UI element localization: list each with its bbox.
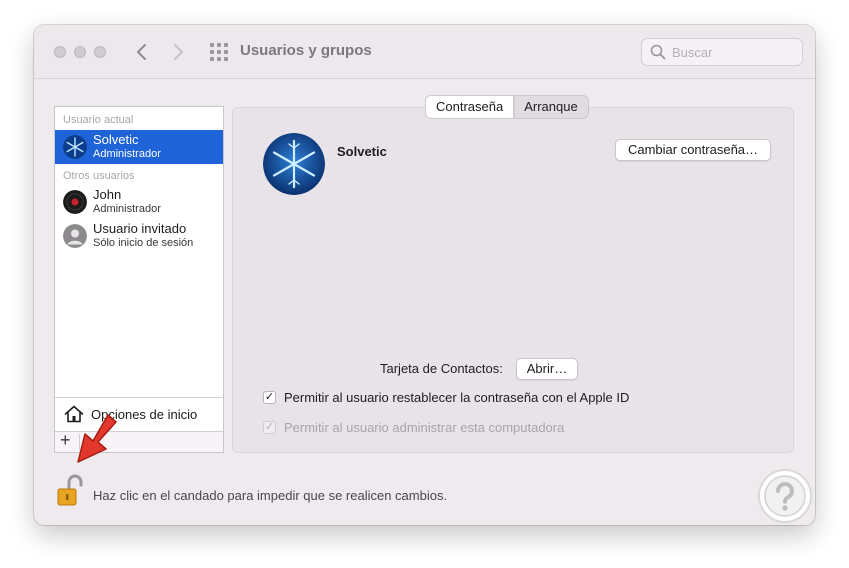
window-title: Usuarios y grupos [240, 42, 372, 59]
red-arrow-icon [77, 414, 117, 463]
chevron-right-icon [174, 44, 183, 60]
vinyl-record-avatar [63, 190, 87, 214]
user-role: Sólo inicio de sesión [93, 237, 194, 249]
reset-password-apple-id-checkbox[interactable]: ✓ Permitir al usuario restablecer la con… [263, 388, 629, 406]
title-bar: Usuarios y grupos [34, 25, 815, 79]
change-password-button[interactable]: Cambiar contraseña… [615, 139, 771, 161]
user-item-john[interactable]: John Administrador [55, 185, 223, 219]
user-item-guest[interactable]: Usuario invitado Sólo inicio de sesión [55, 219, 223, 253]
tab-contrasena[interactable]: Contraseña [426, 96, 515, 118]
search-input[interactable] [672, 43, 796, 61]
preferences-window: Usuarios y grupos Usuario actual [34, 25, 815, 525]
back-button[interactable] [130, 39, 154, 65]
unlocked-padlock-icon [57, 474, 83, 506]
checkmark-icon: ✓ [263, 390, 276, 404]
chevron-left-icon [137, 44, 146, 60]
snowflake-avatar [63, 135, 87, 159]
user-picture[interactable] [263, 133, 325, 195]
panel-tabs: Contraseña Arranque [425, 95, 589, 119]
zoom-window-button[interactable] [94, 46, 106, 58]
minimize-window-button[interactable] [74, 46, 86, 58]
search-field[interactable] [641, 38, 803, 66]
checkbox-label: Permitir al usuario restablecer la contr… [284, 389, 630, 405]
admin-computer-checkbox: ✓ Permitir al usuario administrar esta c… [263, 418, 564, 436]
open-contacts-button[interactable]: Abrir… [516, 358, 578, 380]
tab-arranque[interactable]: Arranque [514, 96, 587, 118]
checkbox-label: Permitir al usuario administrar esta com… [284, 419, 565, 435]
lock-button[interactable] [54, 473, 88, 509]
user-details-panel: Solvetic Cambiar contraseña… Tarjeta de … [232, 107, 794, 453]
checkmark-icon: ✓ [263, 420, 276, 434]
user-role: Administrador [93, 203, 161, 215]
user-name: Solvetic [93, 132, 139, 147]
current-user-section-label: Usuario actual [63, 114, 134, 126]
user-name: John [93, 187, 122, 202]
guest-person-avatar [63, 224, 87, 248]
users-sidebar: Usuario actual Solvetic Administrador Ot… [54, 106, 224, 453]
user-name: Usuario invitado [93, 221, 187, 236]
user-item-solvetic[interactable]: Solvetic Administrador [55, 130, 223, 164]
show-all-grid-button[interactable] [210, 43, 230, 61]
close-window-button[interactable] [54, 46, 66, 58]
contacts-card-label: Tarjeta de Contactos: [380, 361, 503, 376]
lock-hint-text: Haz clic en el candado para impedir que … [93, 488, 448, 503]
search-icon [650, 44, 666, 60]
user-role: Administrador [93, 148, 161, 160]
forward-button[interactable] [166, 39, 190, 65]
help-question-icon [758, 469, 812, 523]
other-users-section-label: Otros usuarios [63, 170, 135, 182]
user-name-heading: Solvetic [337, 144, 387, 159]
